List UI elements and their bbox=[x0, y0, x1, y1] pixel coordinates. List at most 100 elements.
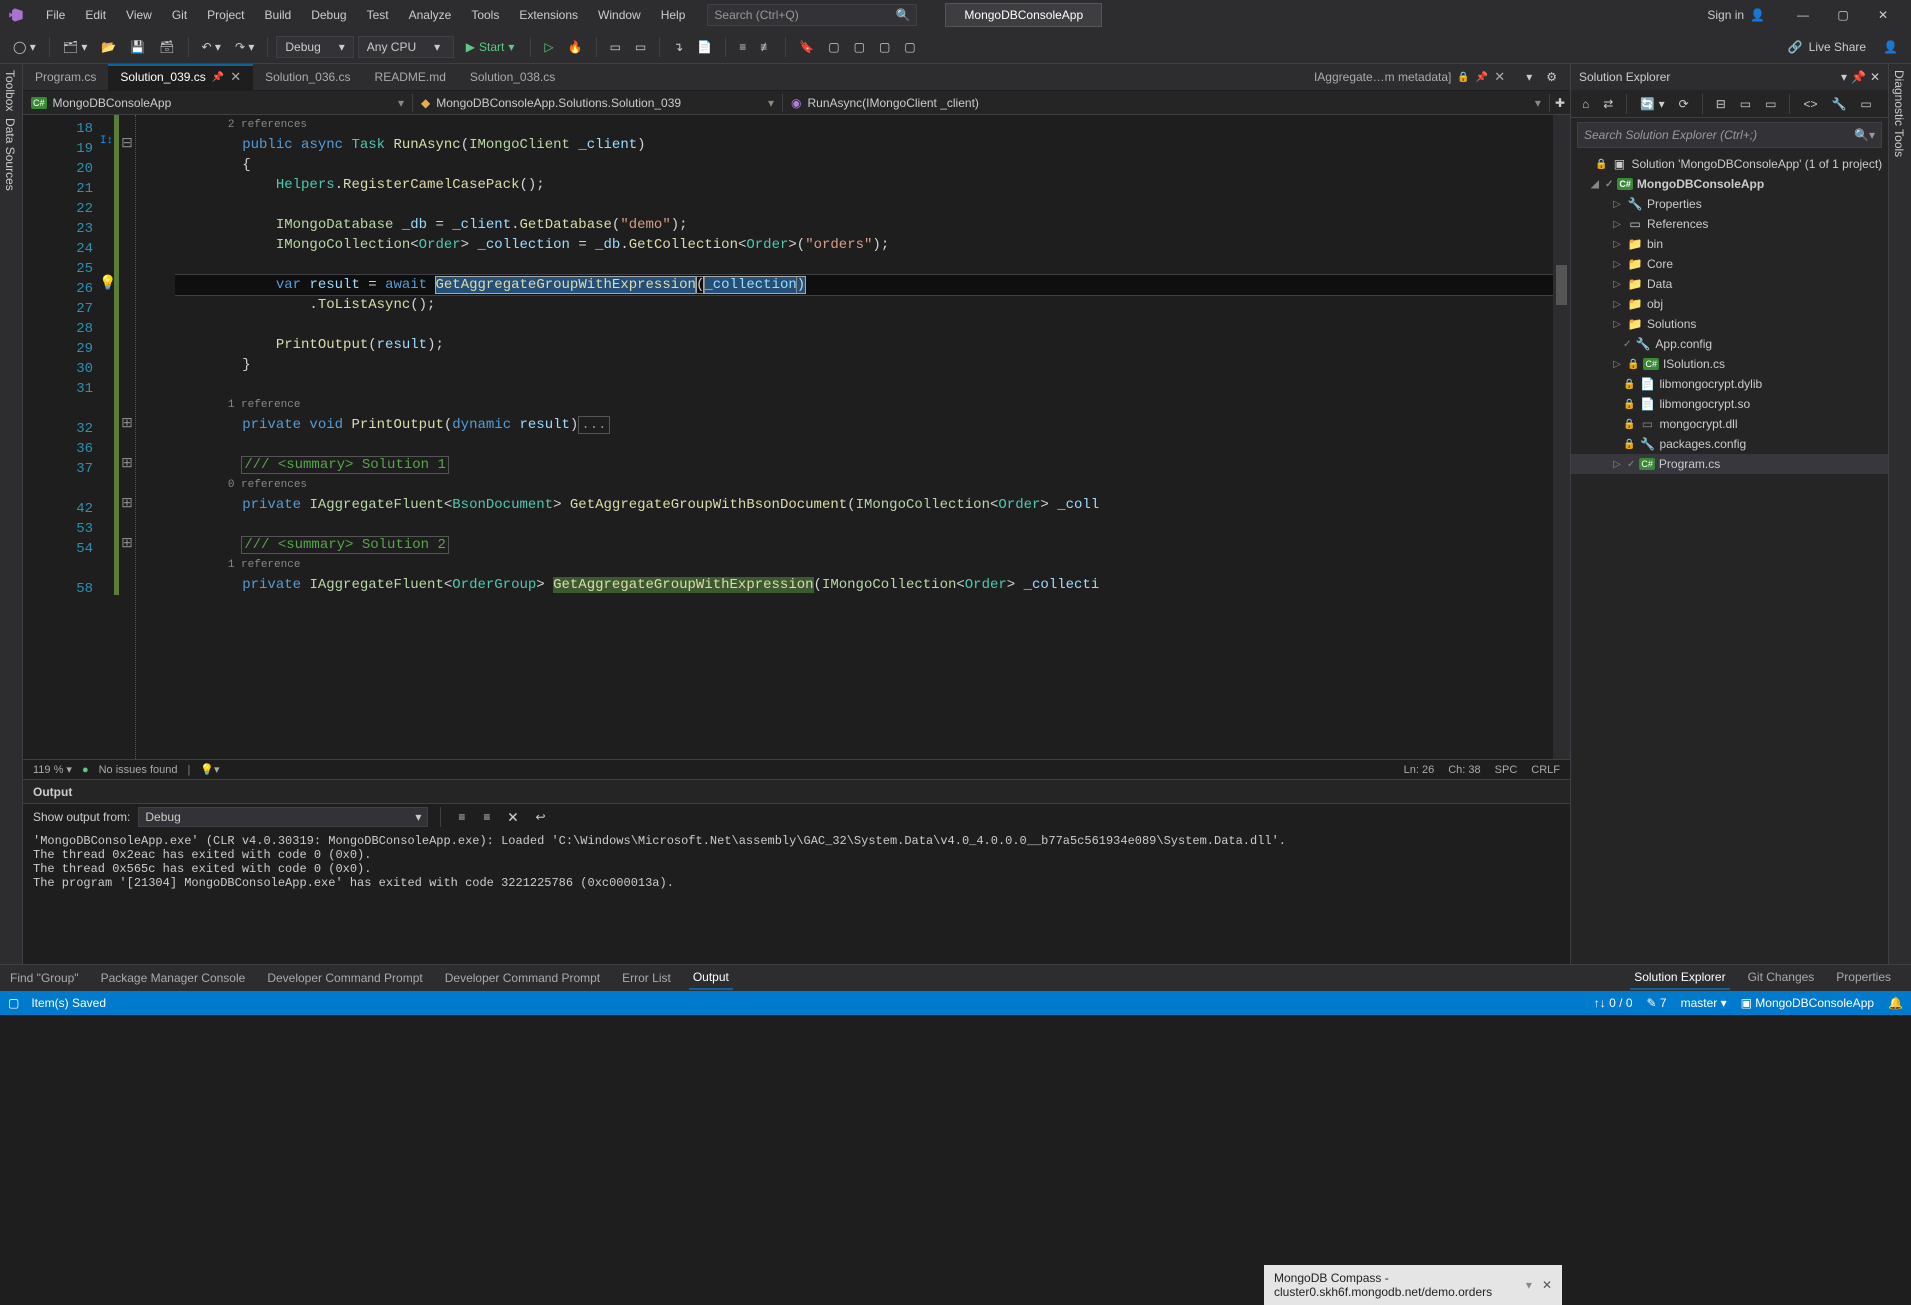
indent-indicator[interactable]: SPC bbox=[1495, 764, 1518, 776]
menu-analyze[interactable]: Analyze bbox=[399, 4, 462, 26]
se-refresh-icon[interactable]: ⟳ bbox=[1674, 94, 1694, 114]
new-file-button[interactable]: 📄 bbox=[692, 37, 717, 57]
se-showall-icon[interactable]: ▭ bbox=[1735, 94, 1756, 114]
open-file-button[interactable]: 📂 bbox=[96, 37, 121, 57]
zoom-picker[interactable]: 119 % ▾ bbox=[33, 763, 72, 776]
status-flag-icon[interactable]: ▢ bbox=[8, 996, 19, 1010]
output-text[interactable]: 'MongoDBConsoleApp.exe' (CLR v4.0.30319:… bbox=[23, 830, 1570, 964]
fold-toggle[interactable]: ⊞ bbox=[119, 455, 135, 475]
panel-close-icon[interactable]: ✕ bbox=[1870, 70, 1880, 84]
undo-button[interactable]: ↶ ▾ bbox=[197, 37, 226, 57]
issues-label[interactable]: No issues found bbox=[99, 764, 178, 776]
output-btn-2[interactable]: ≡ bbox=[478, 807, 495, 827]
pin-icon[interactable]: 📌 bbox=[1476, 72, 1488, 83]
tab-overflow-button[interactable]: ▾ bbox=[1521, 67, 1537, 87]
save-all-button[interactable]: 🗃 bbox=[154, 37, 179, 57]
config-dropdown[interactable]: Debug▾ bbox=[276, 36, 353, 58]
status-repo[interactable]: ▣ MongoDBConsoleApp bbox=[1741, 996, 1874, 1010]
toolbar-icon-a[interactable]: ▢ bbox=[823, 37, 844, 57]
btab-devcmd-2[interactable]: Developer Command Prompt bbox=[441, 967, 604, 989]
toolbar-icon-d[interactable]: ▢ bbox=[899, 37, 920, 57]
menu-project[interactable]: Project bbox=[197, 4, 254, 26]
window-maximize-button[interactable]: ▢ bbox=[1823, 1, 1863, 29]
menu-view[interactable]: View bbox=[116, 4, 162, 26]
live-share-button[interactable]: 🔗Live Share bbox=[1788, 40, 1866, 54]
close-icon[interactable]: ✕ bbox=[1542, 1278, 1552, 1292]
menu-tools[interactable]: Tools bbox=[461, 4, 509, 26]
save-button[interactable]: 💾 bbox=[125, 37, 150, 57]
status-changes[interactable]: ✎ 7 bbox=[1647, 996, 1667, 1010]
btab-find[interactable]: Find "Group" bbox=[6, 967, 83, 989]
tab-program[interactable]: Program.cs bbox=[23, 64, 108, 90]
se-sync-icon[interactable]: 🔄 ▾ bbox=[1635, 94, 1669, 114]
step-button[interactable]: ↴ bbox=[668, 37, 688, 57]
btab-git-changes[interactable]: Git Changes bbox=[1744, 966, 1819, 990]
fold-toggle[interactable]: ⊟ bbox=[119, 135, 135, 155]
app-name-button[interactable]: MongoDBConsoleApp bbox=[945, 3, 1102, 27]
se-properties-icon[interactable]: 🔧 bbox=[1826, 94, 1851, 114]
start-debug-button[interactable]: ▶Start▾ bbox=[458, 37, 523, 57]
nav-project-dropdown[interactable]: C#MongoDBConsoleApp▾ bbox=[23, 94, 413, 112]
btab-errorlist[interactable]: Error List bbox=[618, 967, 675, 989]
tab-solution-036[interactable]: Solution_036.cs bbox=[253, 64, 362, 90]
solution-explorer-search[interactable]: Search Solution Explorer (Ctrl+;)🔍▾ bbox=[1577, 122, 1882, 148]
panel-dropdown-icon[interactable]: ▾ bbox=[1841, 70, 1847, 84]
implement-interface-indicator[interactable]: I↕ bbox=[99, 135, 114, 155]
menu-git[interactable]: Git bbox=[162, 4, 197, 26]
menu-extensions[interactable]: Extensions bbox=[509, 4, 588, 26]
window-close-button[interactable]: ✕ bbox=[1863, 1, 1903, 29]
new-item-button[interactable]: 🗂 ▾ bbox=[58, 37, 93, 57]
status-errors[interactable]: ↑↓ 0 / 0 bbox=[1594, 996, 1633, 1010]
menu-edit[interactable]: Edit bbox=[75, 4, 116, 26]
global-search-input[interactable]: Search (Ctrl+Q) 🔍 bbox=[707, 4, 917, 26]
se-switch-views-icon[interactable]: ⇄ bbox=[1598, 94, 1618, 114]
nav-plus-button[interactable]: ✚ bbox=[1550, 93, 1570, 113]
toolbar-icon-c[interactable]: ▢ bbox=[874, 37, 895, 57]
btab-pmc[interactable]: Package Manager Console bbox=[97, 967, 250, 989]
sign-in-button[interactable]: Sign in👤 bbox=[1707, 8, 1765, 22]
tab-solution-039[interactable]: Solution_039.cs📌✕ bbox=[108, 64, 253, 90]
hot-reload-button[interactable]: 🔥 bbox=[563, 37, 588, 57]
tab-solution-038[interactable]: Solution_038.cs bbox=[458, 64, 567, 90]
platform-dropdown[interactable]: Any CPU▾ bbox=[358, 36, 454, 58]
eol-indicator[interactable]: CRLF bbox=[1531, 764, 1560, 776]
redo-button[interactable]: ↷ ▾ bbox=[230, 37, 259, 57]
bookmark-button[interactable]: 🔖 bbox=[794, 37, 819, 57]
status-branch[interactable]: master ▾ bbox=[1681, 996, 1727, 1010]
editor-vertical-scrollbar[interactable] bbox=[1553, 115, 1570, 759]
menu-debug[interactable]: Debug bbox=[301, 4, 356, 26]
toolbox-sidebar-tab[interactable]: Toolbox Data Sources bbox=[0, 64, 23, 964]
tab-gear-icon[interactable]: ⚙ bbox=[1541, 67, 1562, 87]
code-editor[interactable]: 18 19 20 21 22 23 24 25 26 27 28 29 30 3… bbox=[23, 115, 1570, 759]
status-bell-icon[interactable]: 🔔 bbox=[1888, 996, 1903, 1010]
btab-solution-explorer[interactable]: Solution Explorer bbox=[1630, 966, 1729, 990]
btab-properties[interactable]: Properties bbox=[1832, 966, 1895, 990]
fold-toggle[interactable]: ⊞ bbox=[119, 495, 135, 515]
output-clear-button[interactable]: 🗙 bbox=[503, 804, 522, 831]
toolbar-icon-b[interactable]: ▢ bbox=[849, 37, 870, 57]
solution-tree[interactable]: 🔒▣Solution 'MongoDBConsoleApp' (1 of 1 p… bbox=[1571, 152, 1888, 964]
pin-icon[interactable]: 📌 bbox=[212, 72, 224, 83]
btab-devcmd-1[interactable]: Developer Command Prompt bbox=[263, 967, 426, 989]
nav-class-dropdown[interactable]: ◆MongoDBConsoleApp.Solutions.Solution_03… bbox=[413, 94, 783, 112]
toolbar-icon-2[interactable]: ▭ bbox=[630, 37, 651, 57]
se-preview-icon[interactable]: ▭ bbox=[1760, 94, 1781, 114]
line-indicator[interactable]: Ln: 26 bbox=[1404, 764, 1435, 776]
account-icon[interactable]: 👤 bbox=[1878, 37, 1903, 57]
panel-pin-icon[interactable]: 📌 bbox=[1851, 70, 1866, 84]
fold-toggle[interactable]: ⊞ bbox=[119, 415, 135, 435]
close-tab-icon[interactable]: ✕ bbox=[230, 69, 241, 85]
menu-test[interactable]: Test bbox=[357, 4, 399, 26]
output-wrap-button[interactable]: ↩ bbox=[531, 807, 551, 827]
btab-output[interactable]: Output bbox=[689, 966, 733, 990]
menu-build[interactable]: Build bbox=[255, 4, 302, 26]
output-source-dropdown[interactable]: Debug▾ bbox=[138, 807, 428, 827]
fold-toggle[interactable]: ⊞ bbox=[119, 535, 135, 555]
diagnostic-tools-sidebar-tab[interactable]: Diagnostic Tools bbox=[1888, 64, 1911, 964]
se-code-icon[interactable]: <> bbox=[1798, 94, 1822, 114]
nav-member-dropdown[interactable]: ◉RunAsync(IMongoClient _client)▾ bbox=[783, 94, 1550, 112]
tab-readme[interactable]: README.md bbox=[363, 64, 458, 90]
back-button[interactable]: ◯ ▾ bbox=[8, 37, 41, 57]
comment-out-button[interactable]: ≡ bbox=[734, 37, 751, 57]
close-tab-icon[interactable]: ✕ bbox=[1494, 69, 1505, 85]
